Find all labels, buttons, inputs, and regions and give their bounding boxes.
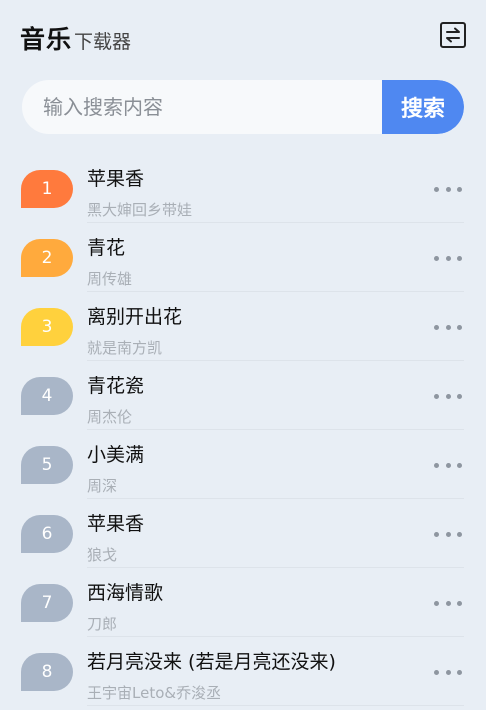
song-title: 青花 bbox=[87, 237, 126, 259]
more-dot-icon bbox=[457, 600, 462, 606]
more-dot-icon bbox=[434, 531, 439, 537]
search-bar: 搜索 bbox=[22, 80, 464, 134]
more-dot-icon bbox=[445, 669, 451, 675]
song-title: 青花瓷 bbox=[87, 375, 145, 397]
song-artist: 狼戈 bbox=[87, 546, 118, 564]
more-dot-icon bbox=[434, 255, 439, 261]
more-options-button[interactable] bbox=[434, 665, 462, 679]
rank-badge: 2 bbox=[21, 239, 73, 277]
more-dot-icon bbox=[457, 393, 462, 399]
more-options-button[interactable] bbox=[434, 320, 462, 334]
more-dot-icon bbox=[445, 255, 451, 261]
music-downloader-app: 音乐 下载器 搜索 1 苹果香 黑大婶回乡带娃 bbox=[0, 0, 486, 710]
rank-badge: 4 bbox=[21, 377, 73, 415]
more-dot-icon bbox=[445, 324, 451, 330]
more-dot-icon bbox=[457, 669, 462, 675]
song-artist: 黑大婶回乡带娃 bbox=[87, 201, 193, 219]
song-artist: 刀郎 bbox=[87, 615, 118, 633]
song-row-7[interactable]: 7 西海情歌 刀郎 bbox=[0, 568, 486, 637]
more-dot-icon bbox=[434, 393, 439, 399]
more-dot-icon bbox=[457, 462, 462, 468]
song-title: 苹果香 bbox=[87, 513, 145, 535]
more-dot-icon bbox=[434, 462, 439, 468]
rank-badge: 3 bbox=[21, 308, 73, 346]
more-dot-icon bbox=[457, 324, 462, 330]
search-button[interactable]: 搜索 bbox=[382, 80, 464, 134]
rank-badge: 6 bbox=[21, 515, 73, 553]
rank-badge: 8 bbox=[21, 653, 73, 691]
more-options-button[interactable] bbox=[434, 596, 462, 610]
rank-badge: 5 bbox=[21, 446, 73, 484]
song-row-5[interactable]: 5 小美满 周深 bbox=[0, 430, 486, 499]
app-title-main: 音乐 bbox=[20, 25, 73, 54]
song-title: 离别开出花 bbox=[87, 306, 183, 328]
song-artist: 王宇宙Leto&乔浚丞 bbox=[87, 684, 222, 702]
song-row-6[interactable]: 6 苹果香 狼戈 bbox=[0, 499, 486, 568]
app-title-sub: 下载器 bbox=[74, 31, 132, 53]
more-dot-icon bbox=[434, 324, 439, 330]
song-row-8[interactable]: 8 若月亮没来 (若是月亮还没来) 王宇宙Leto&乔浚丞 bbox=[0, 637, 486, 706]
swap-arrows-icon bbox=[446, 27, 460, 43]
rank-badge: 1 bbox=[21, 170, 73, 208]
song-row-3[interactable]: 3 离别开出花 就是南方凯 bbox=[0, 292, 486, 361]
more-dot-icon bbox=[434, 600, 439, 606]
app-title: 音乐 下载器 bbox=[20, 20, 131, 56]
more-dot-icon bbox=[457, 186, 462, 192]
more-dot-icon bbox=[445, 186, 451, 192]
song-artist: 周杰伦 bbox=[87, 408, 133, 426]
rank-badge: 7 bbox=[21, 584, 73, 622]
more-dot-icon bbox=[457, 531, 462, 537]
search-input[interactable] bbox=[22, 80, 382, 134]
more-options-button[interactable] bbox=[434, 182, 462, 196]
more-options-button[interactable] bbox=[434, 527, 462, 541]
more-dot-icon bbox=[445, 600, 451, 606]
more-dot-icon bbox=[457, 255, 462, 261]
more-options-button[interactable] bbox=[434, 389, 462, 403]
song-row-4[interactable]: 4 青花瓷 周杰伦 bbox=[0, 361, 486, 430]
song-artist: 周传雄 bbox=[87, 270, 133, 288]
song-row-2[interactable]: 2 青花 周传雄 bbox=[0, 223, 486, 292]
more-dot-icon bbox=[434, 669, 439, 675]
app-header: 音乐 下载器 bbox=[0, 0, 486, 72]
switch-button[interactable] bbox=[440, 22, 466, 48]
row-divider bbox=[87, 705, 464, 706]
more-dot-icon bbox=[434, 186, 439, 192]
more-dot-icon bbox=[445, 393, 451, 399]
more-options-button[interactable] bbox=[434, 251, 462, 265]
song-title: 西海情歌 bbox=[87, 582, 164, 604]
song-artist: 就是南方凯 bbox=[87, 339, 163, 357]
song-row-1[interactable]: 1 苹果香 黑大婶回乡带娃 bbox=[0, 154, 486, 223]
more-options-button[interactable] bbox=[434, 458, 462, 472]
song-title: 若月亮没来 (若是月亮还没来) bbox=[87, 651, 336, 673]
more-dot-icon bbox=[445, 531, 451, 537]
song-title: 小美满 bbox=[87, 444, 145, 466]
song-artist: 周深 bbox=[87, 477, 118, 495]
song-list: 1 苹果香 黑大婶回乡带娃 2 青花 周传雄 3 离别开出花 就是南方凯 4 青… bbox=[0, 154, 486, 706]
more-dot-icon bbox=[445, 462, 451, 468]
song-title: 苹果香 bbox=[87, 168, 145, 190]
